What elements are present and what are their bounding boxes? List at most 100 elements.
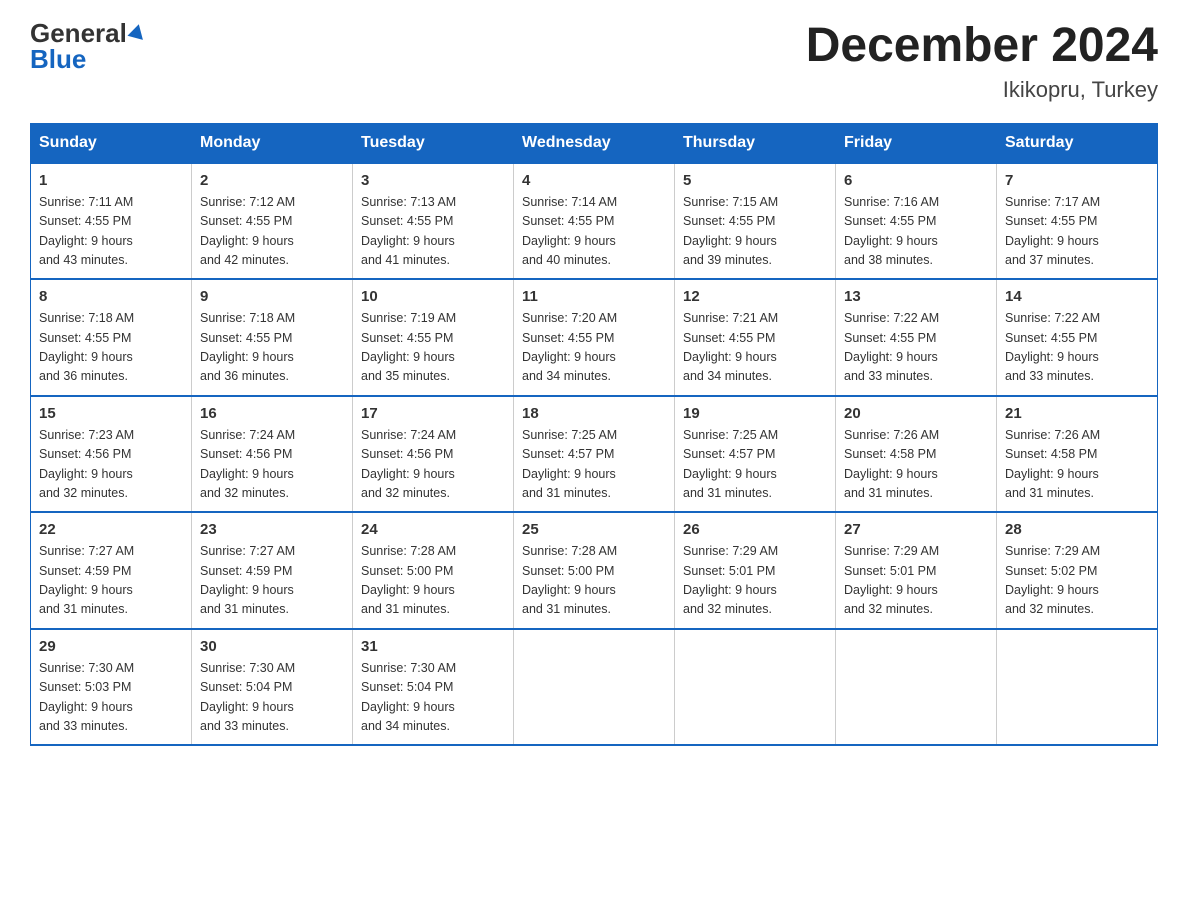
calendar-table: Sunday Monday Tuesday Wednesday Thursday…: [30, 123, 1158, 747]
calendar-cell: 7 Sunrise: 7:17 AM Sunset: 4:55 PM Dayli…: [997, 163, 1158, 280]
day-number: 11: [522, 288, 666, 305]
calendar-cell: 1 Sunrise: 7:11 AM Sunset: 4:55 PM Dayli…: [31, 163, 192, 280]
day-info: Sunrise: 7:26 AM Sunset: 4:58 PM Dayligh…: [844, 426, 988, 504]
calendar-cell: [997, 629, 1158, 746]
calendar-cell: 17 Sunrise: 7:24 AM Sunset: 4:56 PM Dayl…: [353, 396, 514, 513]
calendar-cell: 26 Sunrise: 7:29 AM Sunset: 5:01 PM Dayl…: [675, 512, 836, 629]
day-number: 17: [361, 405, 505, 422]
day-info: Sunrise: 7:14 AM Sunset: 4:55 PM Dayligh…: [522, 193, 666, 271]
day-number: 20: [844, 405, 988, 422]
calendar-cell: 31 Sunrise: 7:30 AM Sunset: 5:04 PM Dayl…: [353, 629, 514, 746]
calendar-cell: 20 Sunrise: 7:26 AM Sunset: 4:58 PM Dayl…: [836, 396, 997, 513]
calendar-cell: [836, 629, 997, 746]
col-saturday: Saturday: [997, 123, 1158, 163]
calendar-cell: 18 Sunrise: 7:25 AM Sunset: 4:57 PM Dayl…: [514, 396, 675, 513]
day-number: 10: [361, 288, 505, 305]
calendar-cell: 30 Sunrise: 7:30 AM Sunset: 5:04 PM Dayl…: [192, 629, 353, 746]
col-thursday: Thursday: [675, 123, 836, 163]
calendar-cell: 14 Sunrise: 7:22 AM Sunset: 4:55 PM Dayl…: [997, 279, 1158, 396]
day-number: 14: [1005, 288, 1149, 305]
day-info: Sunrise: 7:15 AM Sunset: 4:55 PM Dayligh…: [683, 193, 827, 271]
calendar-cell: 6 Sunrise: 7:16 AM Sunset: 4:55 PM Dayli…: [836, 163, 997, 280]
calendar-body: 1 Sunrise: 7:11 AM Sunset: 4:55 PM Dayli…: [31, 163, 1158, 746]
calendar-week-row: 15 Sunrise: 7:23 AM Sunset: 4:56 PM Dayl…: [31, 396, 1158, 513]
calendar-cell: 13 Sunrise: 7:22 AM Sunset: 4:55 PM Dayl…: [836, 279, 997, 396]
col-wednesday: Wednesday: [514, 123, 675, 163]
day-info: Sunrise: 7:30 AM Sunset: 5:04 PM Dayligh…: [361, 659, 505, 737]
calendar-cell: 8 Sunrise: 7:18 AM Sunset: 4:55 PM Dayli…: [31, 279, 192, 396]
calendar-week-row: 8 Sunrise: 7:18 AM Sunset: 4:55 PM Dayli…: [31, 279, 1158, 396]
calendar-week-row: 22 Sunrise: 7:27 AM Sunset: 4:59 PM Dayl…: [31, 512, 1158, 629]
month-title: December 2024: [806, 20, 1158, 73]
day-info: Sunrise: 7:28 AM Sunset: 5:00 PM Dayligh…: [361, 542, 505, 620]
day-info: Sunrise: 7:25 AM Sunset: 4:57 PM Dayligh…: [683, 426, 827, 504]
day-number: 13: [844, 288, 988, 305]
day-info: Sunrise: 7:27 AM Sunset: 4:59 PM Dayligh…: [200, 542, 344, 620]
calendar-cell: 9 Sunrise: 7:18 AM Sunset: 4:55 PM Dayli…: [192, 279, 353, 396]
calendar-cell: 15 Sunrise: 7:23 AM Sunset: 4:56 PM Dayl…: [31, 396, 192, 513]
day-number: 21: [1005, 405, 1149, 422]
day-info: Sunrise: 7:30 AM Sunset: 5:03 PM Dayligh…: [39, 659, 183, 737]
day-info: Sunrise: 7:11 AM Sunset: 4:55 PM Dayligh…: [39, 193, 183, 271]
day-info: Sunrise: 7:21 AM Sunset: 4:55 PM Dayligh…: [683, 309, 827, 387]
day-info: Sunrise: 7:20 AM Sunset: 4:55 PM Dayligh…: [522, 309, 666, 387]
day-info: Sunrise: 7:26 AM Sunset: 4:58 PM Dayligh…: [1005, 426, 1149, 504]
day-number: 24: [361, 521, 505, 538]
day-number: 29: [39, 638, 183, 655]
day-info: Sunrise: 7:19 AM Sunset: 4:55 PM Dayligh…: [361, 309, 505, 387]
day-number: 15: [39, 405, 183, 422]
day-info: Sunrise: 7:25 AM Sunset: 4:57 PM Dayligh…: [522, 426, 666, 504]
calendar-cell: 11 Sunrise: 7:20 AM Sunset: 4:55 PM Dayl…: [514, 279, 675, 396]
logo-blue: Blue: [30, 46, 145, 72]
day-number: 3: [361, 172, 505, 189]
day-info: Sunrise: 7:24 AM Sunset: 4:56 PM Dayligh…: [361, 426, 505, 504]
day-info: Sunrise: 7:23 AM Sunset: 4:56 PM Dayligh…: [39, 426, 183, 504]
col-friday: Friday: [836, 123, 997, 163]
calendar-cell: 12 Sunrise: 7:21 AM Sunset: 4:55 PM Dayl…: [675, 279, 836, 396]
calendar-cell: 29 Sunrise: 7:30 AM Sunset: 5:03 PM Dayl…: [31, 629, 192, 746]
calendar-cell: 4 Sunrise: 7:14 AM Sunset: 4:55 PM Dayli…: [514, 163, 675, 280]
day-info: Sunrise: 7:22 AM Sunset: 4:55 PM Dayligh…: [1005, 309, 1149, 387]
day-number: 30: [200, 638, 344, 655]
calendar-header-row: Sunday Monday Tuesday Wednesday Thursday…: [31, 123, 1158, 163]
day-number: 25: [522, 521, 666, 538]
calendar-cell: 24 Sunrise: 7:28 AM Sunset: 5:00 PM Dayl…: [353, 512, 514, 629]
calendar-cell: 28 Sunrise: 7:29 AM Sunset: 5:02 PM Dayl…: [997, 512, 1158, 629]
logo-triangle-icon: [127, 22, 146, 40]
day-info: Sunrise: 7:17 AM Sunset: 4:55 PM Dayligh…: [1005, 193, 1149, 271]
day-number: 2: [200, 172, 344, 189]
day-number: 18: [522, 405, 666, 422]
day-number: 5: [683, 172, 827, 189]
day-number: 27: [844, 521, 988, 538]
day-number: 28: [1005, 521, 1149, 538]
day-number: 23: [200, 521, 344, 538]
col-monday: Monday: [192, 123, 353, 163]
day-info: Sunrise: 7:29 AM Sunset: 5:01 PM Dayligh…: [683, 542, 827, 620]
day-info: Sunrise: 7:18 AM Sunset: 4:55 PM Dayligh…: [39, 309, 183, 387]
day-info: Sunrise: 7:22 AM Sunset: 4:55 PM Dayligh…: [844, 309, 988, 387]
day-number: 1: [39, 172, 183, 189]
day-info: Sunrise: 7:24 AM Sunset: 4:56 PM Dayligh…: [200, 426, 344, 504]
day-info: Sunrise: 7:12 AM Sunset: 4:55 PM Dayligh…: [200, 193, 344, 271]
day-number: 12: [683, 288, 827, 305]
day-number: 4: [522, 172, 666, 189]
calendar-cell: 21 Sunrise: 7:26 AM Sunset: 4:58 PM Dayl…: [997, 396, 1158, 513]
calendar-cell: 10 Sunrise: 7:19 AM Sunset: 4:55 PM Dayl…: [353, 279, 514, 396]
day-info: Sunrise: 7:27 AM Sunset: 4:59 PM Dayligh…: [39, 542, 183, 620]
calendar-cell: 19 Sunrise: 7:25 AM Sunset: 4:57 PM Dayl…: [675, 396, 836, 513]
location: Ikikopru, Turkey: [806, 77, 1158, 103]
day-number: 9: [200, 288, 344, 305]
calendar-cell: 25 Sunrise: 7:28 AM Sunset: 5:00 PM Dayl…: [514, 512, 675, 629]
logo: General Blue: [30, 20, 145, 72]
day-info: Sunrise: 7:28 AM Sunset: 5:00 PM Dayligh…: [522, 542, 666, 620]
title-area: December 2024 Ikikopru, Turkey: [806, 20, 1158, 103]
day-info: Sunrise: 7:29 AM Sunset: 5:01 PM Dayligh…: [844, 542, 988, 620]
day-number: 19: [683, 405, 827, 422]
calendar-cell: [675, 629, 836, 746]
day-info: Sunrise: 7:30 AM Sunset: 5:04 PM Dayligh…: [200, 659, 344, 737]
day-number: 6: [844, 172, 988, 189]
calendar-cell: 23 Sunrise: 7:27 AM Sunset: 4:59 PM Dayl…: [192, 512, 353, 629]
page-header: General Blue December 2024 Ikikopru, Tur…: [30, 20, 1158, 103]
calendar-cell: 22 Sunrise: 7:27 AM Sunset: 4:59 PM Dayl…: [31, 512, 192, 629]
calendar-cell: 16 Sunrise: 7:24 AM Sunset: 4:56 PM Dayl…: [192, 396, 353, 513]
